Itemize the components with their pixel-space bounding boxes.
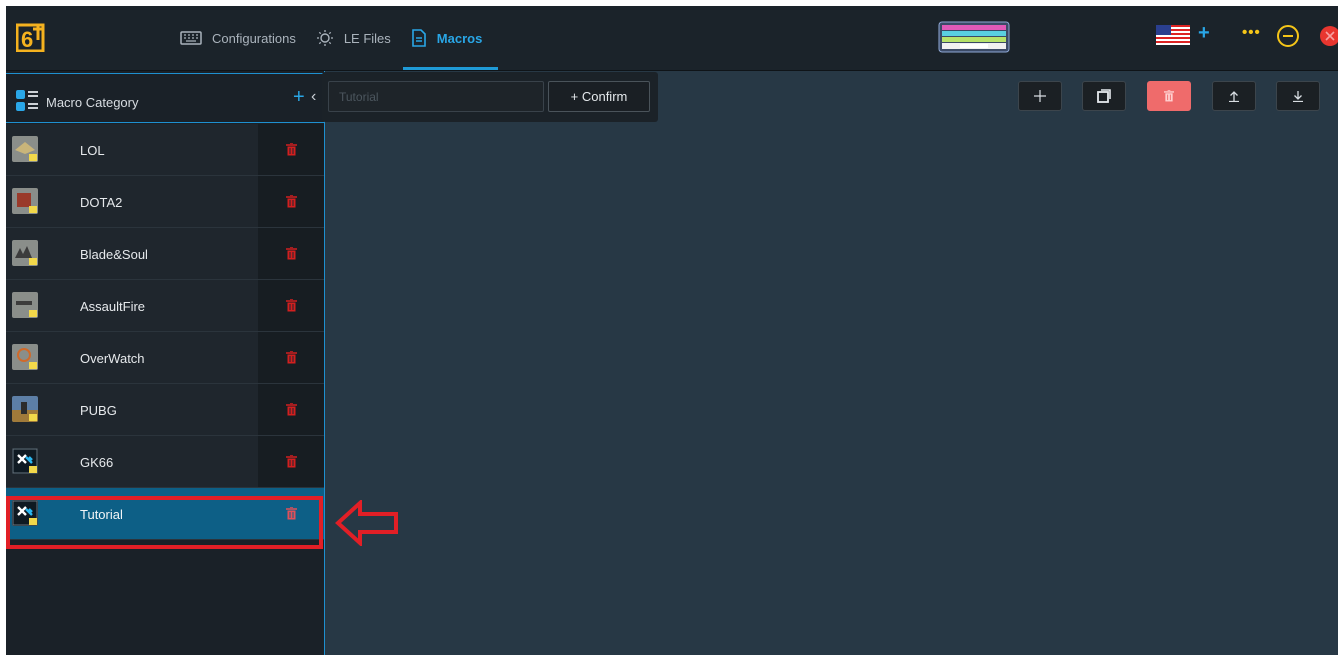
upload-icon xyxy=(1229,91,1239,102)
category-label: AssaultFire xyxy=(80,299,146,314)
close-icon[interactable] xyxy=(1319,25,1338,47)
trash-icon[interactable] xyxy=(286,299,297,312)
macro-category-sidebar: Macro Category + ‹ LOL DOTA2 Blade&Soul … xyxy=(6,71,325,655)
download-icon xyxy=(1293,91,1303,102)
trash-icon[interactable] xyxy=(286,143,297,156)
add-category-button[interactable]: + xyxy=(293,86,305,109)
keyboard-preview-image xyxy=(938,21,1010,53)
trash-icon[interactable] xyxy=(286,403,297,416)
tutorial-macro-icon xyxy=(12,500,38,526)
tab-macros[interactable]: Macros xyxy=(401,6,498,70)
top-bar: 6 Configurations LE Files Macros + ••• xyxy=(6,6,1338,71)
category-label: PUBG xyxy=(80,403,117,418)
tab-le-files[interactable]: LE Files xyxy=(306,6,401,70)
add-macro-button[interactable] xyxy=(1018,81,1062,111)
lol-game-icon xyxy=(12,136,38,162)
keyboard-icon xyxy=(180,31,202,45)
sidebar-title: Macro Category xyxy=(46,95,139,110)
category-label: GK66 xyxy=(80,455,114,470)
category-item-tutorial[interactable]: Tutorial xyxy=(6,488,324,540)
category-label: DOTA2 xyxy=(80,195,123,210)
add-language-icon[interactable]: + xyxy=(1198,22,1210,45)
category-item-assaultfire[interactable]: AssaultFire xyxy=(6,280,324,332)
category-item-blade-soul[interactable]: Blade&Soul xyxy=(6,228,324,280)
light-bulb-icon xyxy=(316,30,333,46)
tab-configurations[interactable]: Configurations xyxy=(170,6,306,70)
trash-icon[interactable] xyxy=(286,247,297,260)
category-item-pubg[interactable]: PUBG xyxy=(6,384,324,436)
trash-icon[interactable] xyxy=(286,195,297,208)
annotation-arrow-icon xyxy=(335,500,398,546)
tab-configurations-label: Configurations xyxy=(212,30,296,46)
category-label: LOL xyxy=(80,143,105,158)
category-item-gk66[interactable]: GK66 xyxy=(6,436,324,488)
import-macro-button[interactable] xyxy=(1212,81,1256,111)
category-item-overwatch[interactable]: OverWatch xyxy=(6,332,324,384)
copy-icon xyxy=(1097,89,1111,103)
plus-icon xyxy=(1034,90,1046,102)
svg-text:6: 6 xyxy=(21,27,33,52)
category-name-input[interactable] xyxy=(328,81,544,112)
new-category-popup: + Confirm xyxy=(322,72,658,122)
assaultfire-game-icon xyxy=(12,292,38,318)
confirm-button[interactable]: + Confirm xyxy=(548,81,650,112)
copy-macro-button[interactable] xyxy=(1082,81,1126,111)
collapse-icon[interactable]: ‹ xyxy=(311,88,316,106)
category-label: OverWatch xyxy=(80,351,145,366)
trash-icon xyxy=(1164,90,1174,102)
minimize-icon[interactable] xyxy=(1276,24,1300,48)
us-flag-icon[interactable] xyxy=(1156,25,1190,45)
category-label: Tutorial xyxy=(80,507,123,522)
category-list-icon xyxy=(16,90,38,111)
tab-le-files-label: LE Files xyxy=(343,30,391,46)
category-label: Blade&Soul xyxy=(80,247,148,262)
blade-soul-game-icon xyxy=(12,240,38,266)
app-window: 6 Configurations LE Files Macros + ••• M… xyxy=(6,6,1338,655)
overwatch-game-icon xyxy=(12,344,38,370)
brand-logo: 6 xyxy=(16,23,45,52)
category-list: LOL DOTA2 Blade&Soul AssaultFire OverWat… xyxy=(6,124,324,540)
trash-icon[interactable] xyxy=(286,351,297,364)
document-icon xyxy=(411,29,426,47)
dota2-game-icon xyxy=(12,188,38,214)
tab-macros-label: Macros xyxy=(436,30,483,46)
sidebar-header: Macro Category + ‹ xyxy=(6,73,324,123)
trash-icon[interactable] xyxy=(286,507,297,520)
gk66-macro-icon xyxy=(12,448,38,474)
trash-icon[interactable] xyxy=(286,455,297,468)
category-item-dota2[interactable]: DOTA2 xyxy=(6,176,324,228)
pubg-game-icon xyxy=(12,396,38,422)
main-nav: Configurations LE Files Macros xyxy=(170,6,498,70)
export-macro-button[interactable] xyxy=(1276,81,1320,111)
delete-macro-button[interactable] xyxy=(1147,81,1191,111)
category-item-lol[interactable]: LOL xyxy=(6,124,324,176)
more-options-icon[interactable]: ••• xyxy=(1242,24,1261,41)
